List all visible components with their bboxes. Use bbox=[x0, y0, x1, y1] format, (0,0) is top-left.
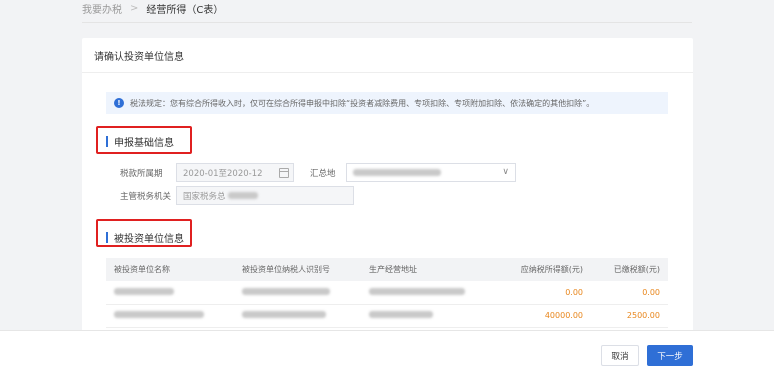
authority-label: 主管税务机关 bbox=[120, 192, 172, 202]
cell-taxid-redacted bbox=[234, 281, 361, 305]
breadcrumb-parent-link[interactable]: 我要办税 bbox=[82, 1, 122, 16]
breadcrumb: 我要办税 > 经营所得（C表） bbox=[82, 0, 223, 16]
card-title: 请确认投资单位信息 bbox=[82, 38, 693, 73]
cell-address-redacted bbox=[361, 304, 501, 328]
location-label: 汇总地 bbox=[310, 169, 336, 179]
content-card: 请确认投资单位信息 ! 税法规定：您有综合所得收入时，仅可在综合所得申报中扣除“… bbox=[82, 38, 693, 338]
cell-address-redacted bbox=[361, 281, 501, 305]
period-label: 税款所属期 bbox=[120, 169, 163, 179]
cancel-button[interactable]: 取消 bbox=[601, 345, 639, 366]
cell-paid: 0.00 bbox=[591, 281, 668, 305]
location-select[interactable]: ∨ bbox=[346, 163, 516, 182]
col-header-taxid: 被投资单位纳税人识别号 bbox=[234, 258, 361, 281]
breadcrumb-current: 经营所得（C表） bbox=[146, 4, 224, 16]
calendar-icon bbox=[279, 168, 289, 178]
col-header-paid: 已缴税额(元) bbox=[591, 258, 668, 281]
tax-notice: ! 税法规定：您有综合所得收入时，仅可在综合所得申报中扣除“投资者减除费用、专项… bbox=[106, 92, 668, 114]
section-investee-info: 被投资单位信息 bbox=[106, 230, 184, 245]
info-icon: ! bbox=[114, 98, 124, 108]
chevron-down-icon: ∨ bbox=[502, 167, 509, 177]
period-field[interactable]: 2020-01至2020-12 bbox=[176, 163, 294, 182]
table-row[interactable]: 40000.00 2500.00 bbox=[106, 304, 668, 328]
cell-paid: 2500.00 bbox=[591, 304, 668, 328]
breadcrumb-separator: > bbox=[130, 2, 139, 14]
period-value: 2020-01至2020-12 bbox=[183, 168, 263, 179]
top-divider bbox=[82, 22, 692, 23]
col-header-address: 生产经营地址 bbox=[361, 258, 501, 281]
footer-bar: 取消 下一步 bbox=[0, 330, 774, 382]
section-basic-title: 申报基础信息 bbox=[114, 138, 174, 149]
cell-taxable: 40000.00 bbox=[501, 304, 591, 328]
section-investee-title: 被投资单位信息 bbox=[114, 234, 184, 245]
next-step-button[interactable]: 下一步 bbox=[647, 345, 693, 366]
cell-taxable: 0.00 bbox=[501, 281, 591, 305]
cell-taxid-redacted bbox=[234, 304, 361, 328]
section-bar bbox=[106, 232, 108, 243]
authority-field: 国家税务总 bbox=[176, 186, 354, 205]
col-header-name: 被投资单位名称 bbox=[106, 258, 234, 281]
authority-value: 国家税务总 bbox=[183, 191, 226, 202]
location-value-redacted bbox=[353, 169, 441, 176]
col-header-taxable: 应纳税所得额(元) bbox=[501, 258, 591, 281]
table-row[interactable]: 0.00 0.00 bbox=[106, 281, 668, 305]
section-basic-info: 申报基础信息 bbox=[106, 134, 174, 149]
notice-text: 税法规定：您有综合所得收入时，仅可在综合所得申报中扣除“投资者减除费用、专项扣除… bbox=[130, 98, 595, 108]
table-header-row: 被投资单位名称 被投资单位纳税人识别号 生产经营地址 应纳税所得额(元) 已缴税… bbox=[106, 258, 668, 281]
cell-name-redacted bbox=[106, 304, 234, 328]
cell-name-redacted bbox=[106, 281, 234, 305]
section-bar bbox=[106, 136, 108, 147]
authority-value-redacted bbox=[227, 192, 258, 199]
investee-table: 被投资单位名称 被投资单位纳税人识别号 生产经营地址 应纳税所得额(元) 已缴税… bbox=[106, 258, 668, 328]
